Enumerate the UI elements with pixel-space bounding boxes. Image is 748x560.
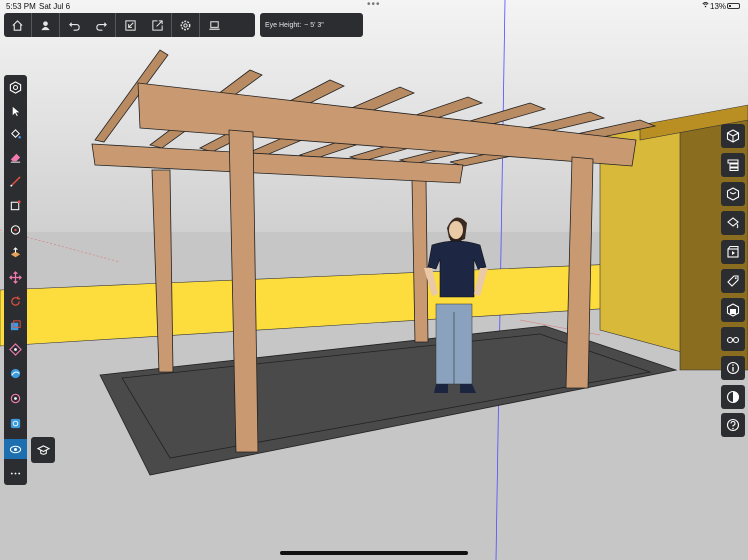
laptop-icon <box>208 20 220 30</box>
profile-button[interactable] <box>32 13 60 37</box>
push-pull-icon <box>10 246 21 257</box>
select-tool[interactable] <box>4 101 27 121</box>
move-icon <box>9 270 22 284</box>
home-indicator[interactable] <box>280 551 468 555</box>
status-bar: 5:53 PM Sat Jul 6 ••• 13% <box>0 0 748 12</box>
battery-percent: 13% <box>710 2 727 11</box>
entity-info-button[interactable] <box>721 124 745 148</box>
wifi-icon <box>702 1 709 10</box>
section-plane-icon <box>10 393 21 403</box>
rotate-tool[interactable] <box>4 291 27 311</box>
tape-measure-icon <box>10 418 21 428</box>
home-button[interactable] <box>4 13 32 37</box>
eye-height-label: Eye Height: <box>265 21 302 29</box>
redo-icon <box>96 21 107 31</box>
outliner-icon <box>727 159 739 171</box>
status-date: Sat Jul 6 <box>39 2 71 11</box>
import-button[interactable] <box>116 13 144 37</box>
display-icon <box>726 336 740 344</box>
outliner-button[interactable] <box>721 153 745 177</box>
paint-bucket-tool[interactable] <box>4 124 27 144</box>
components-icon <box>726 187 740 201</box>
tags-icon <box>727 275 739 287</box>
more-icon <box>10 472 21 474</box>
graduation-cap-icon <box>36 444 50 455</box>
views-button[interactable] <box>721 298 745 322</box>
paint-bucket-icon <box>11 128 21 138</box>
styles-button[interactable] <box>721 385 745 409</box>
scenes-icon <box>727 246 739 258</box>
info-button[interactable] <box>721 356 745 380</box>
tape-measure-tool[interactable] <box>4 413 27 433</box>
materials-icon <box>727 217 739 229</box>
scenes-button[interactable] <box>721 240 745 264</box>
settings-icon <box>180 20 191 30</box>
look-around-icon <box>9 445 22 453</box>
scale-icon <box>10 319 21 330</box>
undo-button[interactable] <box>60 13 88 37</box>
entity-info-icon <box>726 129 740 143</box>
materials-button[interactable] <box>721 211 745 235</box>
orbit-icon <box>10 368 21 378</box>
components-button[interactable] <box>721 182 745 206</box>
styles-icon <box>726 390 740 404</box>
help-button[interactable] <box>721 413 745 437</box>
multitasking-dots-icon[interactable]: ••• <box>367 0 381 10</box>
laptop-button[interactable] <box>200 13 228 37</box>
rectangle-tool[interactable] <box>4 195 27 215</box>
eraser-icon <box>10 153 21 163</box>
home-icon <box>12 19 23 31</box>
eye-height-field[interactable]: Eye Height: ~ 5' 3" <box>260 13 363 37</box>
scale-tool[interactable] <box>4 315 27 335</box>
redo-button[interactable] <box>88 13 116 37</box>
model-info-button[interactable] <box>4 77 27 97</box>
settings-button[interactable] <box>172 13 200 37</box>
offset-icon <box>9 342 22 356</box>
help-icon <box>726 418 740 432</box>
rectangle-icon <box>10 199 21 210</box>
circle-tool[interactable] <box>4 219 27 239</box>
rotate-icon <box>11 295 21 306</box>
export-button[interactable] <box>144 13 172 37</box>
undo-icon <box>68 21 80 31</box>
push-pull-tool[interactable] <box>4 243 27 263</box>
post-back-right <box>411 179 429 343</box>
pencil-line-icon <box>10 175 21 187</box>
pencil-line-tool[interactable] <box>4 171 27 191</box>
display-button[interactable] <box>721 327 745 351</box>
section-plane-tool[interactable] <box>4 388 27 408</box>
circle-icon <box>10 224 21 235</box>
eye-height-value: ~ 5' 3" <box>304 21 324 29</box>
battery-icon <box>727 3 740 9</box>
top-toolbar <box>4 13 255 37</box>
move-tool[interactable] <box>4 267 27 287</box>
model-info-icon <box>9 80 22 94</box>
instructor-button[interactable] <box>31 437 55 463</box>
info-icon <box>726 361 740 375</box>
views-icon <box>726 303 740 317</box>
profile-icon <box>41 20 50 30</box>
right-panel-toolbar <box>721 124 745 437</box>
import-icon <box>124 19 136 31</box>
more-tools-button[interactable] <box>4 463 27 483</box>
look-around-tool[interactable] <box>4 439 27 459</box>
3d-viewport[interactable] <box>0 0 748 560</box>
eraser-tool[interactable] <box>4 147 27 167</box>
orbit-tool[interactable] <box>4 363 27 383</box>
offset-tool[interactable] <box>4 339 27 359</box>
status-time: 5:53 PM <box>6 2 36 11</box>
left-toolbar <box>4 75 27 485</box>
export-icon <box>152 19 163 31</box>
select-icon <box>12 106 20 116</box>
tags-button[interactable] <box>721 269 745 293</box>
